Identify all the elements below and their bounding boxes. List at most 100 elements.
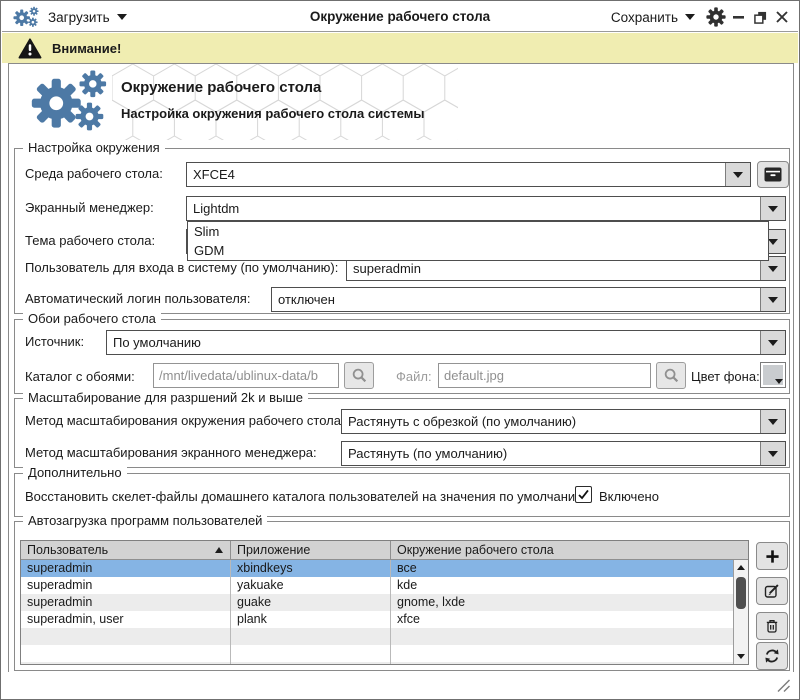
save-button-label: Сохранить <box>610 9 678 25</box>
scaling-dm-label: Метод масштабирования экранного менеджер… <box>25 445 317 460</box>
wallpaper-source-combobox[interactable]: По умолчанию <box>106 330 786 355</box>
scaling-desktop-combobox[interactable]: Растянуть с обрезкой (по умолчанию) <box>341 409 786 434</box>
hexagon-pattern <box>112 64 458 140</box>
refresh-button[interactable] <box>756 642 788 670</box>
section-autostart: Автозагрузка программ пользователей Поль… <box>14 513 790 671</box>
status-bar <box>2 672 798 698</box>
auto-login-combobox[interactable]: отключен <box>271 287 786 312</box>
section-additional: Дополнительно Восстановить скелет-файлы … <box>14 465 790 517</box>
triangle-up-icon <box>737 565 745 570</box>
display-manager-combobox[interactable]: Lightdm <box>186 196 786 221</box>
dropdown-option-slim[interactable]: Slim <box>188 222 768 241</box>
table-row[interactable]: superadmin xbindkeys все <box>21 560 733 577</box>
skel-restore-checkbox[interactable] <box>575 486 592 503</box>
plus-icon <box>765 549 779 563</box>
desktop-env-label: Среда рабочего стола: <box>25 166 163 181</box>
table-scrollbar[interactable] <box>733 560 748 664</box>
page-title: Окружение рабочего стола <box>121 79 322 96</box>
close-button[interactable] <box>774 9 790 25</box>
chevron-down-icon <box>768 339 778 346</box>
window-controls <box>730 2 790 32</box>
chevron-down-icon <box>685 14 695 20</box>
section-autostart-legend: Автозагрузка программ пользователей <box>23 513 268 528</box>
table-header: Пользователь Приложение Окружение рабоче… <box>21 541 748 560</box>
wallpaper-file-input[interactable]: default.jpg <box>438 363 651 388</box>
add-row-button[interactable] <box>756 542 788 570</box>
scaling-dm-value: Растянуть (по умолчанию) <box>348 446 508 461</box>
warning-banner: Внимание! <box>2 33 798 63</box>
minimize-icon <box>732 15 744 19</box>
table-row-empty <box>21 662 733 664</box>
bg-color-picker-button[interactable] <box>760 362 786 388</box>
page-subtitle: Настройка окружения рабочего стола систе… <box>121 106 425 121</box>
bg-color-label: Цвет фона: <box>691 369 760 384</box>
chevron-down-icon <box>775 379 783 384</box>
sort-ascending-icon <box>215 547 223 553</box>
close-icon <box>776 11 788 23</box>
autostart-table: Пользователь Приложение Окружение рабоче… <box>20 540 749 665</box>
section-wallpaper: Обои рабочего стола Источник: По умолчан… <box>14 311 790 394</box>
combo-arrow[interactable] <box>760 442 785 465</box>
minimize-button[interactable] <box>730 9 746 25</box>
delete-row-button[interactable] <box>756 612 788 640</box>
scaling-desktop-label: Метод масштабирования окружения рабочего… <box>25 413 345 428</box>
checkmark-icon <box>578 489 589 500</box>
table-body: superadmin xbindkeys все superadmin yaku… <box>21 560 733 664</box>
table-row[interactable]: superadmin guake gnome, lxde <box>21 594 733 611</box>
auto-login-label: Автоматический логин пользователя: <box>25 291 251 306</box>
edit-row-button[interactable] <box>756 577 788 605</box>
warning-text: Внимание! <box>52 40 122 56</box>
scroll-up-button[interactable] <box>734 561 748 574</box>
chevron-down-icon <box>768 418 778 425</box>
settings-gear-icon[interactable] <box>706 7 726 27</box>
chevron-down-icon <box>768 450 778 457</box>
search-icon <box>664 368 678 383</box>
column-header-env[interactable]: Окружение рабочего стола <box>391 541 748 559</box>
section-environment: Настройка окружения Среда рабочего стола… <box>14 140 790 314</box>
section-scaling-legend: Масштабирование для разршений 2k и выше <box>23 390 309 405</box>
wallpaper-directory-label: Каталог с обоями: <box>25 369 135 384</box>
desktop-env-combobox[interactable]: XFCE4 <box>186 162 751 187</box>
save-button[interactable]: Сохранить <box>611 2 695 32</box>
wallpaper-source-value: По умолчанию <box>113 335 201 350</box>
combo-arrow[interactable] <box>760 410 785 433</box>
install-desktop-env-button[interactable] <box>757 161 789 188</box>
section-environment-legend: Настройка окружения <box>23 140 165 155</box>
chevron-down-icon <box>116 14 127 20</box>
display-manager-value: Lightdm <box>193 201 240 216</box>
chevron-down-icon <box>768 296 778 303</box>
resize-grip[interactable] <box>776 678 791 693</box>
combo-arrow[interactable] <box>760 197 785 220</box>
load-button[interactable]: Загрузить <box>48 2 127 32</box>
chevron-down-icon <box>733 171 743 178</box>
app-window: Окружение рабочего стола Загрузить Сохра… <box>0 0 800 700</box>
scroll-down-button[interactable] <box>734 650 748 663</box>
wallpaper-directory-input[interactable]: /mnt/livedata/ublinux-data/b <box>153 363 339 388</box>
column-header-app[interactable]: Приложение <box>231 541 391 559</box>
table-row[interactable]: superadmin yakuake kde <box>21 577 733 594</box>
chevron-down-icon <box>768 238 778 245</box>
wallpaper-file-label: Файл: <box>396 369 432 384</box>
browse-directory-button[interactable] <box>344 362 374 389</box>
table-row[interactable]: superadmin, user plank xfce <box>21 611 733 628</box>
combo-arrow[interactable] <box>725 163 750 186</box>
load-button-label: Загрузить <box>48 9 110 25</box>
scaling-dm-combobox[interactable]: Растянуть (по умолчанию) <box>341 441 786 466</box>
display-manager-dropdown-list: Slim GDM <box>187 221 769 261</box>
dropdown-option-gdm[interactable]: GDM <box>188 241 768 260</box>
column-header-user[interactable]: Пользователь <box>21 541 231 559</box>
warning-triangle-icon <box>18 37 42 59</box>
combo-arrow[interactable] <box>760 331 785 354</box>
skel-restore-label: Восстановить скелет-файлы домашнего ката… <box>25 489 589 504</box>
wallpaper-source-label: Источник: <box>25 334 85 349</box>
combo-arrow[interactable] <box>760 288 785 311</box>
display-manager-label: Экранный менеджер: <box>25 200 154 215</box>
content-panel: Окружение рабочего стола Настройка окруж… <box>8 63 794 673</box>
chevron-down-icon <box>768 265 778 272</box>
scrollbar-thumb[interactable] <box>736 577 746 609</box>
section-wallpaper-legend: Обои рабочего стола <box>23 311 161 326</box>
scaling-desktop-value: Растянуть с обрезкой (по умолчанию) <box>348 414 577 429</box>
browse-file-button[interactable] <box>656 362 686 389</box>
restore-button[interactable] <box>752 9 768 25</box>
edit-pencil-icon <box>764 584 779 598</box>
